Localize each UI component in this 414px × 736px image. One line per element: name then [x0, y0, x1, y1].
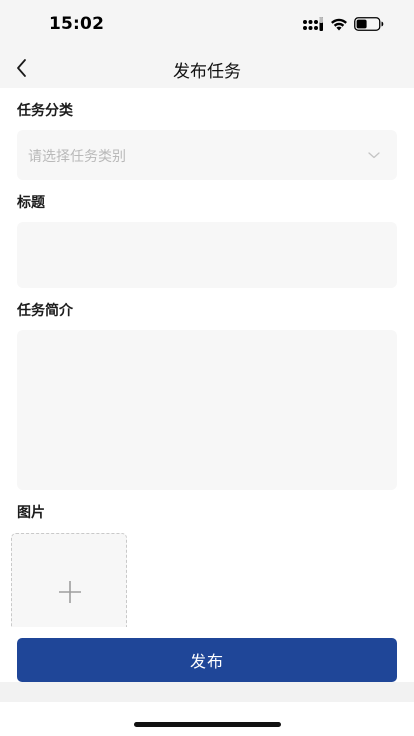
cellular-signal-icon: [303, 17, 323, 31]
title-input[interactable]: [17, 222, 397, 288]
bottom-safe-area: [0, 682, 414, 702]
nav-bar: 发布任务: [0, 48, 414, 88]
description-label: 任务简介: [17, 303, 73, 319]
category-placeholder: 请选择任务类别: [28, 149, 126, 165]
wifi-icon: [331, 18, 347, 31]
status-bar: 15:02: [0, 0, 414, 48]
image-upload-button[interactable]: [11, 533, 127, 633]
status-icons: [302, 15, 384, 33]
category-select[interactable]: 请选择任务类别: [17, 130, 397, 180]
publish-button[interactable]: 发布: [17, 638, 397, 682]
status-time: 15:02: [49, 14, 105, 34]
home-indicator: [134, 722, 281, 727]
title-label: 标题: [17, 195, 45, 211]
page-title: 发布任务: [173, 62, 241, 82]
plus-icon: [59, 581, 81, 603]
images-label: 图片: [17, 505, 45, 521]
battery-icon: [354, 17, 384, 31]
chevron-down-icon: [368, 152, 380, 159]
description-textarea[interactable]: [17, 330, 397, 490]
category-label: 任务分类: [17, 103, 73, 119]
